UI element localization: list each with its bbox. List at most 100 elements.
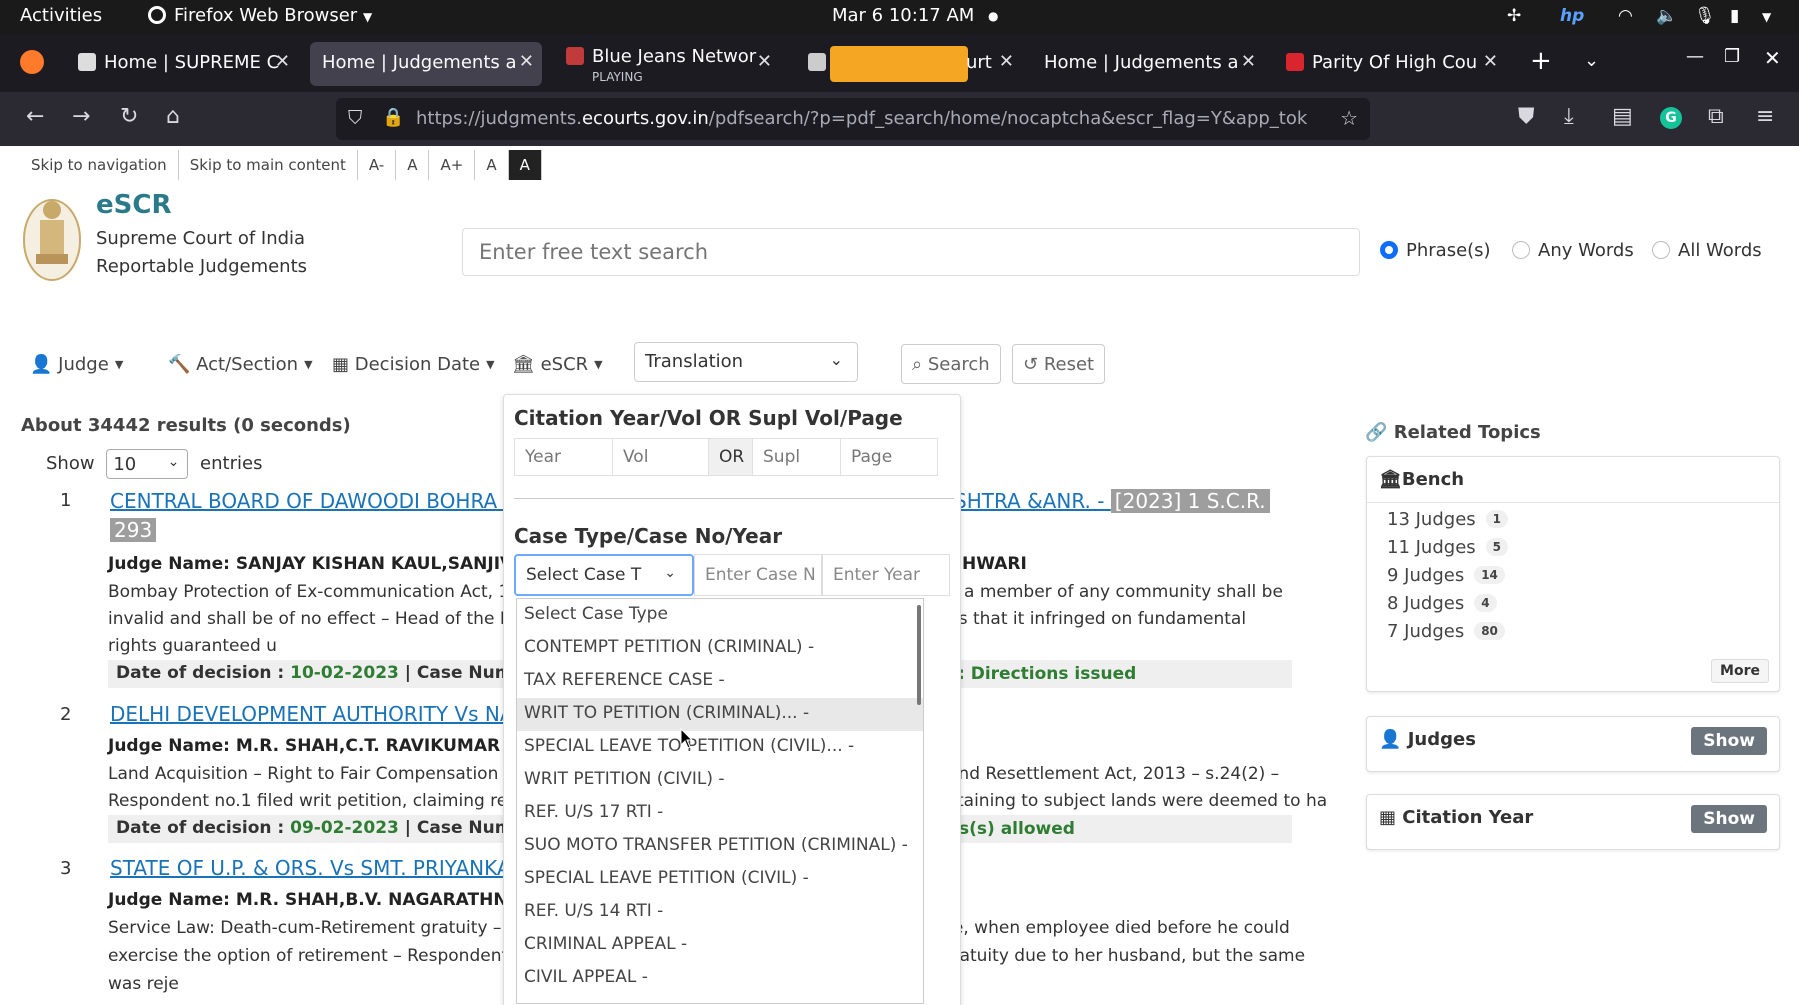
bench-item[interactable]: 9 Judges 14 — [1367, 563, 1779, 591]
result-title-link[interactable]: DELHI DEVELOPMENT AUTHORITY Vs NA — [110, 702, 514, 726]
case-type-option[interactable]: Select Case Type — [517, 599, 923, 632]
reader-view-icon[interactable]: ▤ — [1612, 104, 1633, 129]
judge-filter[interactable]: 👤 Judge ▼ — [30, 354, 123, 375]
bench-item[interactable]: 8 Judges 4 — [1367, 591, 1779, 619]
count-badge: 80 — [1474, 622, 1505, 640]
options-scrollbar[interactable] — [917, 605, 921, 705]
home-icon[interactable]: ⌂ — [166, 104, 180, 129]
tab-judgements-2[interactable]: Home | Judgements a ✕ — [1032, 42, 1264, 86]
radio-label: All Words — [1678, 240, 1762, 261]
tab-bluejeans[interactable]: Blue Jeans Networ PLAYING ✕ — [554, 42, 780, 86]
case-type-option[interactable]: WRIT PETITION (CIVIL) - — [517, 764, 923, 797]
case-type-option[interactable]: TAX REFERENCE CASE - — [517, 665, 923, 698]
bench-item[interactable]: 13 Judges 1 — [1367, 507, 1779, 535]
app-menu[interactable]: Firefox Web Browser ▼ — [148, 5, 372, 26]
count-badge: 4 — [1474, 594, 1497, 612]
activities-button[interactable]: Activities — [20, 5, 102, 26]
forward-arrow-icon[interactable]: → — [72, 104, 90, 129]
vol-input[interactable]: Vol — [613, 439, 709, 475]
citation-year-show-button[interactable]: Show — [1691, 805, 1767, 833]
case-type-option[interactable]: CONTEMPT PETITION (CRIMINAL) - — [517, 632, 923, 665]
back-arrow-icon[interactable]: ← — [26, 104, 44, 129]
wifi-icon[interactable]: ◠ — [1618, 6, 1633, 26]
case-type-option[interactable]: REF. U/S 14 RTI - — [517, 896, 923, 929]
grammarly-icon[interactable]: G — [1660, 107, 1682, 129]
pocket-icon[interactable]: ⛊ — [1518, 104, 1535, 129]
radio-any-words[interactable]: Any Words — [1512, 240, 1634, 261]
case-type-option[interactable]: SPECIAL LEAVE PETITION (CIVIL) - — [517, 863, 923, 896]
case-type-select[interactable]: Select Case T ⌄ — [514, 554, 694, 596]
tab-parity[interactable]: Parity Of High Cou ✕ — [1274, 42, 1506, 86]
skip-to-navigation-link[interactable]: Skip to navigation — [20, 150, 179, 180]
volume-icon[interactable]: 🔈 — [1656, 6, 1677, 26]
hp-tray-icon[interactable]: hp — [1560, 6, 1584, 26]
url-text[interactable]: https://judgments.ecourts.gov.in/pdfsear… — [416, 108, 1326, 129]
case-type-option[interactable]: CRIMINAL APPEAL - — [517, 929, 923, 962]
bookmark-star-icon[interactable]: ☆ — [1340, 106, 1358, 130]
result-title-link[interactable]: STATE OF U.P. & ORS. Vs SMT. PRIYANKA - — [110, 856, 524, 880]
decision-date-filter[interactable]: ▦ Decision Date ▼ — [332, 354, 495, 375]
close-icon[interactable]: ✕ — [519, 51, 534, 72]
light-contrast-button[interactable]: A — [475, 150, 509, 180]
page-input[interactable]: Page — [841, 439, 937, 475]
downloads-icon[interactable]: ⤓ — [1564, 104, 1574, 129]
escr-filter[interactable]: 🏛 eSCR ▼ — [512, 354, 603, 375]
bench-item[interactable]: 11 Judges 5 — [1367, 535, 1779, 563]
case-type-option[interactable]: REF. U/S 17 RTI - — [517, 797, 923, 830]
tab-sharing[interactable]: urt ✕ — [796, 42, 1022, 86]
case-year-input[interactable]: Enter Year — [822, 554, 950, 596]
minimize-icon[interactable]: — — [1686, 46, 1704, 67]
window-close-icon[interactable]: ✕ — [1764, 46, 1781, 70]
font-decrease-button[interactable]: A- — [358, 150, 397, 180]
free-text-search-input[interactable] — [462, 228, 1360, 276]
extensions-icon[interactable]: ⧉ — [1708, 104, 1724, 129]
result-title-link-tail[interactable]: SHTRA &ANR. - [2023] 1 S.C.R. — [954, 489, 1270, 513]
firefox-view-icon[interactable] — [20, 50, 44, 74]
radio-phrases[interactable]: Phrase(s) — [1380, 240, 1491, 261]
font-increase-button[interactable]: A+ — [429, 150, 476, 180]
judges-show-button[interactable]: Show — [1691, 727, 1767, 755]
system-menu-chevron-icon[interactable]: ▼ — [1762, 10, 1771, 24]
close-icon[interactable]: ✕ — [757, 51, 772, 72]
close-icon[interactable]: ✕ — [275, 51, 290, 72]
sharing-indicator[interactable] — [830, 46, 968, 82]
search-button[interactable]: ⌕ Search — [901, 344, 1001, 384]
hamburger-menu-icon[interactable]: ≡ — [1756, 104, 1774, 129]
citation-badge-wrap[interactable]: 293 — [110, 518, 157, 542]
close-icon[interactable]: ✕ — [1241, 51, 1256, 72]
restore-icon[interactable]: ❐ — [1724, 46, 1740, 67]
case-number-input[interactable]: Enter Case N — [694, 554, 822, 596]
microphone-icon[interactable]: 🎙 — [1694, 6, 1716, 26]
page-size-select[interactable]: 10 ⌄ — [106, 449, 189, 479]
font-reset-button[interactable]: A — [396, 150, 430, 180]
case-type-option-highlighted[interactable]: WRIT TO PETITION (CRIMINAL)... - — [517, 698, 923, 731]
shield-icon[interactable]: ⛉ — [348, 107, 362, 129]
url-bar[interactable]: ⛉ 🔒 https://judgments.ecourts.gov.in/pdf… — [336, 98, 1370, 140]
dark-contrast-button[interactable]: A — [508, 150, 542, 180]
tab-judgements-active[interactable]: Home | Judgements a ✕ — [310, 42, 542, 86]
clock[interactable]: Mar 6 10:17 AM — [832, 5, 974, 26]
new-tab-plus-icon[interactable]: + — [1530, 46, 1552, 76]
tab-list-chevron-icon[interactable]: ⌄ — [1584, 50, 1599, 71]
bench-item[interactable]: 7 Judges 80 — [1367, 619, 1779, 647]
close-icon[interactable]: ✕ — [999, 51, 1014, 72]
bench-card: 🏛Bench 13 Judges 1 11 Judges 5 9 Judges 14 … — [1366, 456, 1780, 692]
skip-to-main-link[interactable]: Skip to main content — [179, 150, 358, 180]
year-input[interactable]: Year — [515, 439, 613, 475]
close-icon[interactable]: ✕ — [1483, 51, 1498, 72]
lock-icon[interactable]: 🔒 — [382, 107, 404, 128]
reload-icon[interactable]: ↻ — [120, 104, 138, 129]
tab-supreme-court[interactable]: Home | SUPREME C ✕ — [66, 42, 298, 86]
case-type-option[interactable]: SUO MOTO TRANSFER PETITION (CRIMINAL) - — [517, 830, 923, 863]
case-type-option[interactable]: CIVIL APPEAL - — [517, 962, 923, 995]
reset-button[interactable]: ↺ Reset — [1012, 344, 1106, 384]
act-section-filter[interactable]: 🔨 Act/Section ▼ — [168, 354, 313, 375]
translation-select[interactable]: Translation ⌄ — [634, 342, 858, 382]
more-button[interactable]: More — [1711, 659, 1769, 683]
result-title-link[interactable]: CENTRAL BOARD OF DAWOODI BOHRA C — [110, 489, 518, 513]
network-tray-icon[interactable]: ✢ — [1507, 6, 1521, 26]
battery-icon[interactable]: ▮ — [1730, 6, 1739, 26]
supl-input[interactable]: Supl — [753, 439, 841, 475]
case-type-option[interactable]: SPECIAL LEAVE TO PETITION (CIVIL)... - — [517, 731, 923, 764]
radio-all-words[interactable]: All Words — [1652, 240, 1762, 261]
